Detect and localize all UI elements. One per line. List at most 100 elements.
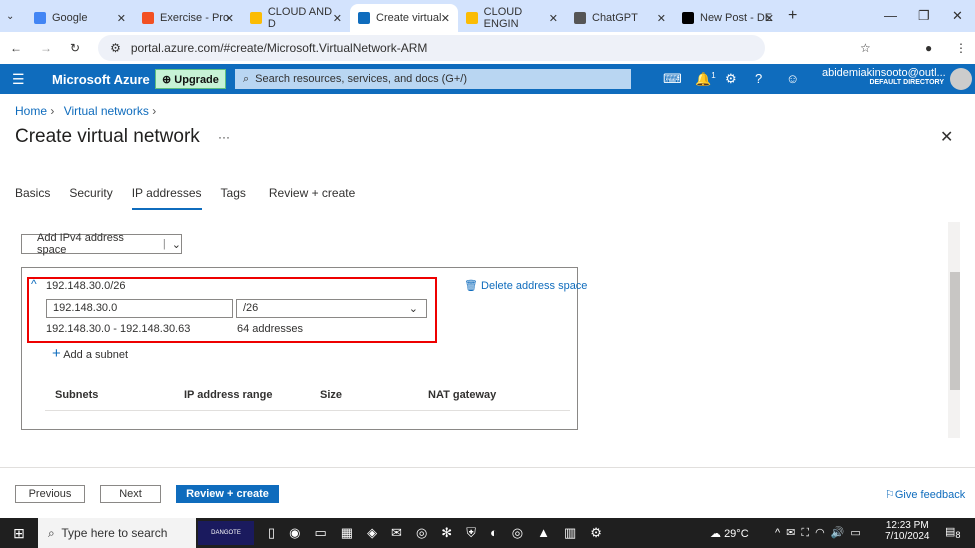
- clock-time: 12:23 PM: [885, 520, 929, 531]
- address-count: 64 addresses: [237, 323, 304, 335]
- review-create-button[interactable]: Review + create: [176, 485, 279, 503]
- azure-brand[interactable]: Microsoft Azure: [52, 72, 150, 87]
- address-bar-row: ← → ↻ ⚙ portal.azure.com/#create/Microsof…: [0, 32, 975, 64]
- next-button[interactable]: Next: [100, 485, 161, 503]
- url-text: portal.azure.com/#create/Microsoft.Virtu…: [130, 41, 428, 55]
- notification-badge: 1: [711, 71, 716, 80]
- header-ip-range: IP address range: [184, 389, 273, 401]
- hamburger-icon[interactable]: ☰: [12, 71, 25, 88]
- settings-icon[interactable]: ⚙: [725, 71, 737, 87]
- header-subnets: Subnets: [55, 389, 99, 401]
- browser-tab[interactable]: Create virtual ✕: [350, 4, 458, 32]
- tab-favicon-icon: [682, 12, 694, 24]
- give-feedback-link[interactable]: ⚐Give feedback: [885, 488, 965, 501]
- tab-favicon-icon: [250, 12, 262, 24]
- minimize-button[interactable]: —: [884, 8, 897, 23]
- browser-tab[interactable]: CLOUD AND D ✕: [242, 4, 350, 32]
- add-subnet-button[interactable]: + Add a subnet: [52, 345, 128, 362]
- upgrade-label: Upgrade: [174, 74, 219, 86]
- feedback-icon[interactable]: ☺: [786, 71, 799, 86]
- tab-close-icon[interactable]: ✕: [549, 12, 558, 25]
- tab-title: CLOUD AND D: [267, 6, 333, 30]
- restore-button[interactable]: ❐: [918, 8, 930, 24]
- prefix-value: /26: [243, 302, 259, 314]
- tab-favicon-icon: [574, 12, 586, 24]
- action-center-badge: 8: [955, 530, 961, 541]
- back-icon[interactable]: ←: [10, 41, 22, 55]
- menu-icon[interactable]: ⋮: [955, 41, 967, 55]
- browser-tab[interactable]: ChatGPT ✕: [566, 4, 674, 32]
- tab-title: Google: [52, 12, 88, 24]
- clock-date: 7/10/2024: [885, 531, 930, 542]
- start-icon[interactable]: ⊞: [0, 525, 38, 542]
- tab-close-icon[interactable]: ✕: [333, 12, 342, 25]
- help-icon[interactable]: ?: [755, 71, 762, 86]
- tab-ip-addresses[interactable]: IP addresses: [131, 186, 202, 210]
- browser-tab[interactable]: Exercise - Pro ✕: [134, 4, 242, 32]
- reload-icon[interactable]: ↻: [70, 41, 80, 55]
- tab-title: Create virtual: [376, 12, 442, 24]
- tab-title: CLOUD ENGIN: [483, 6, 523, 30]
- browser-tab[interactable]: Google ✕: [26, 4, 134, 32]
- forward-icon[interactable]: →: [40, 41, 52, 55]
- add-ipv4-address-space-button[interactable]: Add IPv4 address space | ⌄: [21, 232, 182, 256]
- breadcrumb-home[interactable]: Home: [15, 104, 47, 118]
- tab-security[interactable]: Security: [69, 186, 112, 210]
- notifications-icon[interactable]: 🔔1: [695, 71, 716, 87]
- tab-favicon-icon: [142, 12, 154, 24]
- account-menu[interactable]: abidemiakinsooto@outl... DEFAULT DIRECTO…: [822, 67, 946, 86]
- azure-top-bar: ☰ Microsoft Azure ⊕ Upgrade ⌕ Search reso…: [0, 64, 975, 94]
- action-center-icon[interactable]: ▤8: [945, 525, 961, 540]
- taskbar-apps[interactable]: ▯◉▭▦◈✉◎✻⛨◐◎▲▥⚙: [268, 525, 616, 541]
- previous-button[interactable]: Previous: [15, 485, 85, 503]
- tab-favicon-icon: [34, 12, 46, 24]
- collapse-chevron-icon[interactable]: ^: [31, 277, 37, 291]
- tab-basics[interactable]: Basics: [15, 186, 50, 210]
- browser-tab[interactable]: CLOUD ENGIN ✕: [458, 4, 566, 32]
- upgrade-button[interactable]: ⊕ Upgrade: [155, 69, 226, 89]
- prefix-dropdown[interactable]: /26 ⌄: [236, 299, 427, 318]
- user-directory: DEFAULT DIRECTORY: [869, 79, 944, 86]
- tab-close-icon[interactable]: ✕: [225, 12, 234, 25]
- add-space-label: Add IPv4 address space: [37, 232, 124, 256]
- starting-address-input[interactable]: 192.148.30.0: [46, 299, 233, 318]
- taskbar-search[interactable]: ⌕ Type here to search: [38, 518, 196, 548]
- breadcrumb: Home › Virtual networks ›: [15, 104, 157, 118]
- table-divider: [45, 410, 570, 411]
- tab-close-icon[interactable]: ✕: [765, 12, 774, 25]
- avatar[interactable]: [950, 68, 972, 90]
- site-settings-icon[interactable]: ⚙: [110, 41, 121, 55]
- scrollbar-thumb[interactable]: [950, 272, 960, 390]
- clock[interactable]: 12:23 PM 7/10/2024: [885, 520, 930, 542]
- taskbar-search-text: Type here to search: [61, 526, 168, 540]
- windows-taskbar: ⊞ ⌕ Type here to search DANGOTE ▯◉▭▦◈✉◎✻…: [0, 518, 975, 548]
- delete-address-space-button[interactable]: 🗑 Delete address space: [464, 279, 587, 292]
- page-tabs: Basics Security IP addresses Tags Review…: [15, 186, 355, 210]
- tab-review-create[interactable]: Review + create: [269, 186, 355, 210]
- tab-close-icon[interactable]: ✕: [657, 12, 666, 25]
- tray-icons[interactable]: ^✉⛶◠🔊▭: [775, 526, 867, 540]
- profile-icon[interactable]: ●: [925, 41, 932, 55]
- breadcrumb-virtual-networks[interactable]: Virtual networks: [64, 104, 149, 118]
- close-window-button[interactable]: ✕: [952, 8, 963, 24]
- browser-tab[interactable]: New Post - DE ✕: [674, 4, 782, 32]
- footer-divider: [0, 467, 975, 468]
- dangote-widget[interactable]: DANGOTE: [198, 521, 254, 545]
- browser-tab-strip: ⌄ Google ✕ Exercise - Pro ✕ CLOUD AND D ✕ Crea…: [0, 0, 975, 32]
- address-range: 192.148.30.0 - 192.148.30.63: [46, 323, 191, 335]
- scrollbar[interactable]: [948, 222, 960, 438]
- tab-search-icon[interactable]: ⌄: [6, 11, 26, 22]
- star-icon[interactable]: ☆: [860, 41, 871, 55]
- delete-label: Delete address space: [481, 280, 588, 292]
- weather-icon[interactable]: ☁ 29°C: [710, 527, 749, 540]
- more-options-icon[interactable]: ···: [218, 130, 230, 144]
- cloud-shell-icon[interactable]: ⌨: [663, 71, 682, 87]
- close-blade-icon[interactable]: ✕: [940, 127, 953, 147]
- global-search-input[interactable]: ⌕ Search resources, services, and docs (G…: [235, 69, 631, 89]
- url-field[interactable]: ⚙ portal.azure.com/#create/Microsoft.Virt…: [98, 35, 765, 61]
- tab-close-icon[interactable]: ✕: [117, 12, 126, 25]
- tab-tags[interactable]: Tags: [221, 186, 246, 210]
- chevron-down-icon: ⌄: [408, 303, 418, 315]
- tab-close-icon[interactable]: ✕: [441, 12, 450, 25]
- new-tab-button[interactable]: +: [788, 7, 797, 25]
